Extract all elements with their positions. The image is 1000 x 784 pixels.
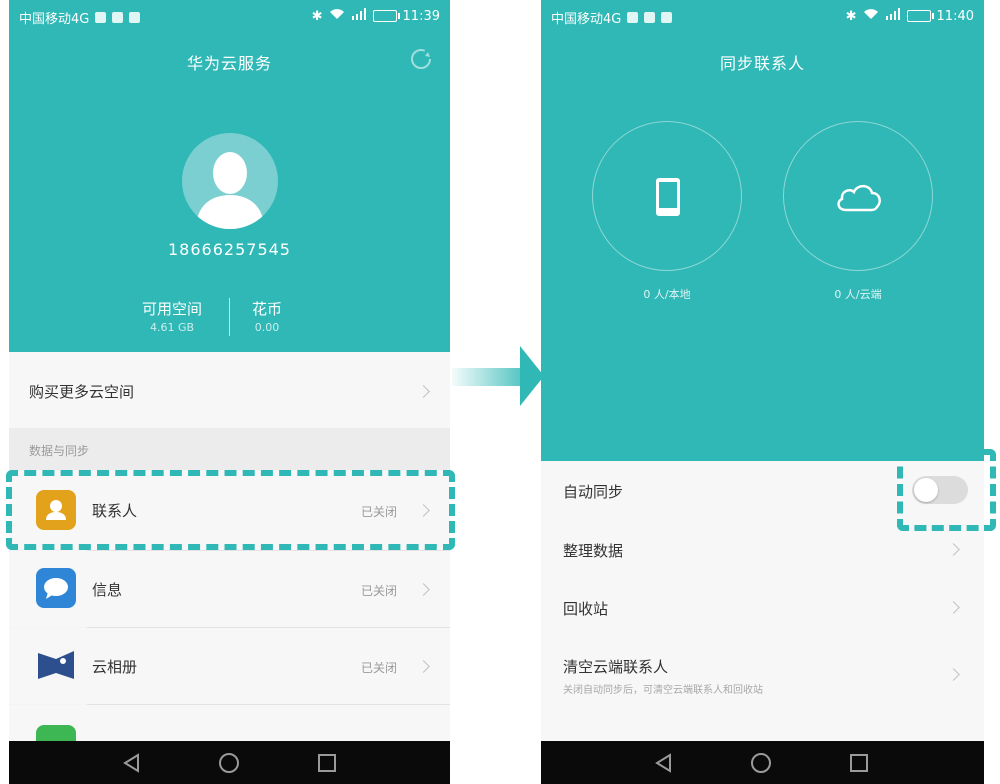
chevron-right-icon [947, 543, 960, 556]
bluetooth-icon: ✱ [845, 8, 857, 24]
person-icon [196, 152, 264, 229]
coins-stat[interactable]: 花币 0.00 [207, 298, 327, 334]
recent-apps-icon[interactable] [848, 752, 870, 778]
section-title: 数据与同步 [29, 444, 90, 458]
clear-cloud-contacts-row[interactable]: 清空云端联系人 关闭自动同步后，可清空云端联系人和回收站 [541, 635, 984, 741]
highlight-box [6, 470, 455, 550]
back-icon[interactable] [653, 752, 675, 778]
highlight-box [897, 449, 996, 531]
chevron-right-icon [417, 583, 430, 596]
clock: 11:39 [402, 8, 440, 24]
carrier-label: 中国移动4G [551, 12, 622, 27]
status-bar: 中国移动4G ✱ 11:39 [9, 0, 450, 32]
chevron-right-icon [417, 660, 430, 673]
section-header: 数据与同步 [9, 428, 450, 470]
notification-icon [129, 12, 141, 23]
cloud-count: 0 人/云端 [834, 288, 882, 301]
stat-label: 花币 [251, 300, 282, 318]
notification-icon [95, 12, 107, 23]
cloud-icon [837, 184, 881, 212]
status-value: 已关闭 [361, 584, 398, 598]
back-icon[interactable] [121, 752, 143, 778]
chevron-right-icon [417, 385, 430, 398]
list-item-gallery[interactable]: 云相册 已关闭 [9, 628, 450, 704]
message-icon [36, 568, 76, 608]
account-header: 中国移动4G ✱ 11:39 华为云服务 18666257545 可用空间 4.… [9, 0, 450, 352]
notification-icon [644, 12, 656, 23]
signal-icon [885, 8, 901, 24]
carrier-label: 中国移动4G [19, 12, 90, 27]
status-value: 已关闭 [361, 661, 398, 675]
home-icon[interactable] [218, 752, 240, 778]
gallery-icon [36, 645, 76, 685]
row-label: 回收站 [563, 600, 609, 618]
account-phone-number: 18666257545 [168, 240, 291, 259]
chevron-right-icon [947, 601, 960, 614]
buy-more-storage-row[interactable]: 购买更多云空间 [9, 352, 450, 428]
notification-icon [627, 12, 639, 23]
navigation-bar [541, 741, 984, 784]
row-label: 清空云端联系人 [563, 658, 669, 676]
stat-value: 0.00 [254, 321, 280, 334]
notification-icon [112, 12, 124, 23]
right-phone-screen: 中国移动4G ✱ 11:40 同步联系人 0 人/本地 0 人/云端 自动同步 … [541, 0, 984, 784]
notification-icon [661, 12, 673, 23]
row-description: 关闭自动同步后，可清空云端联系人和回收站 [563, 685, 763, 696]
bluetooth-icon: ✱ [311, 8, 323, 24]
home-icon[interactable] [750, 752, 772, 778]
row-label: 云相册 [92, 658, 138, 676]
clock: 11:40 [936, 8, 974, 24]
wifi-icon [863, 8, 879, 24]
battery-icon [372, 10, 400, 22]
page-title: 华为云服务 [186, 54, 272, 73]
row-label: 自动同步 [563, 483, 624, 501]
row-label: 购买更多云空间 [29, 383, 135, 401]
avatar[interactable] [182, 133, 278, 229]
battery-icon [906, 10, 934, 22]
phone-device-icon [656, 178, 680, 216]
chevron-right-icon [947, 668, 960, 681]
transition-arrow-shaft [452, 368, 530, 386]
sync-header: 中国移动4G ✱ 11:40 同步联系人 0 人/本地 0 人/云端 [541, 0, 984, 461]
cloud-contacts-circle [783, 121, 933, 271]
list-item-partial[interactable] [9, 705, 450, 765]
wifi-icon [329, 8, 345, 24]
local-contacts-circle [592, 121, 742, 271]
status-bar: 中国移动4G ✱ 11:40 [541, 0, 984, 32]
page-title: 同步联系人 [719, 54, 805, 73]
list-item-messages[interactable]: 信息 已关闭 [9, 551, 450, 627]
local-count: 0 人/本地 [643, 288, 691, 301]
recent-apps-icon[interactable] [316, 752, 338, 778]
row-label: 信息 [92, 581, 123, 599]
row-label: 整理数据 [563, 542, 624, 560]
recycle-bin-row[interactable]: 回收站 [541, 577, 984, 635]
refresh-icon[interactable] [408, 46, 434, 76]
signal-icon [351, 8, 367, 24]
left-phone-screen: 中国移动4G ✱ 11:39 华为云服务 18666257545 可用空间 4.… [9, 0, 450, 784]
navigation-bar [9, 741, 450, 784]
